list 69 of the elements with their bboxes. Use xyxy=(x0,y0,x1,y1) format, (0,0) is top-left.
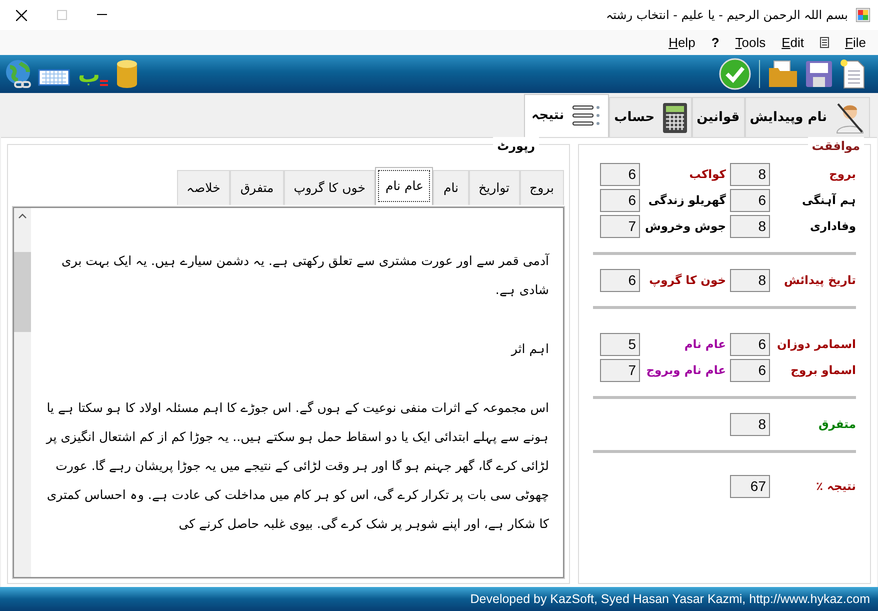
tab[interactable]: نام xyxy=(433,170,469,205)
report-paragraph: اہم اثر xyxy=(510,340,549,358)
tab[interactable]: متفرق xyxy=(230,170,284,205)
value-field: 6 xyxy=(730,189,770,212)
checkmark-icon[interactable] xyxy=(719,58,751,90)
field-label: عام نام وبروج xyxy=(646,362,726,379)
field-label: جوش وخروش xyxy=(646,218,726,235)
field-label: متفرق xyxy=(817,416,856,433)
tab[interactable]: قوانین xyxy=(692,97,745,137)
save-icon[interactable] xyxy=(806,61,832,87)
menu-item[interactable]: Tools xyxy=(735,32,766,52)
tab[interactable]: نام وپیدایش xyxy=(744,97,870,137)
value-field: 8 xyxy=(730,215,770,238)
field-label: بروج xyxy=(828,166,856,183)
tab[interactable]: خوں کا گروپ xyxy=(284,170,376,205)
value-field: 6 xyxy=(600,269,640,292)
person-pen-icon xyxy=(835,102,865,134)
value-field: 8 xyxy=(730,269,770,292)
status-text: Developed by KazSoft, Syed Hasan Yasar Kazmi, http://www.hykaz.com xyxy=(470,590,870,608)
value-field: 6 xyxy=(730,333,770,356)
tab[interactable]: بروج xyxy=(520,170,564,205)
field-label: کواکب xyxy=(688,166,726,183)
new-document-icon[interactable] xyxy=(840,59,866,89)
menu-item[interactable]: ? xyxy=(711,32,720,52)
field-label: گھریلو زندگی xyxy=(647,192,726,209)
report-paragraph: اس مجموعہ کے اثرات منفی نوعیت کے ہوں گے. اس جوڑے کا اہم مسئلہ اولاد کا ہو سکتا ہے یا ہونے سے پہلے ابتدائی ایک یا دو اسقاط حمل ہو سکتے ہیں.. یہ جوڑا کم از کم اشتعال انگیزی پر لڑائی کرے گا، گھر جہنم ہو گا اور ہر وقت لڑائی کے نتیجے میں یہ جوڑا پریشان رہے گا. عورت چھوٹی سی بات پر تکرار کرے گی، اس کو ہر کام میں مداخلت کی عادت ہے. وہ احساس کمتری کا شکار ہے، اور اپنے شوہر پر شک کرے گی. بیوی غلبہ حاصل کرنے کی xyxy=(45,399,549,533)
field-label: اسماو بروج xyxy=(790,362,856,379)
value-field: 7 xyxy=(600,359,640,382)
menu-item[interactable]: File xyxy=(845,32,866,52)
field-label: نتیجہ ٪ xyxy=(814,478,856,495)
report-text-area[interactable] xyxy=(13,207,564,578)
field-label: اسمامر دوزان xyxy=(776,336,856,353)
field-label: عام نام xyxy=(683,336,726,353)
value-field: 5 xyxy=(600,333,640,356)
value-field: 8 xyxy=(730,163,770,186)
menu-item[interactable]: Help xyxy=(668,32,696,52)
urdu-keyboard-button[interactable]: ب xyxy=(78,60,108,88)
report-paragraph: آدمی قمر سے اور عورت مشتری سے تعلق رکھتی ہے. یہ دشمن سیارے ہیں. یہ ایک بہت بری شادی ہے. xyxy=(60,252,549,299)
calculator-icon xyxy=(662,102,687,132)
app-icon xyxy=(856,8,870,22)
value-field: 67 xyxy=(730,475,770,498)
menu-item[interactable]: Edit xyxy=(782,32,804,52)
document-icon[interactable] xyxy=(820,37,830,48)
scrollbar[interactable] xyxy=(14,208,31,577)
tab[interactable]: خلاصہ xyxy=(176,170,230,205)
globe-link-icon[interactable] xyxy=(4,59,34,89)
tab[interactable]: حساب xyxy=(609,97,692,137)
folder-icon[interactable] xyxy=(768,60,798,88)
value-field: 6 xyxy=(600,163,640,186)
close-icon[interactable] xyxy=(16,10,27,20)
tab[interactable]: عام نام xyxy=(375,167,434,205)
group-title: رپورٹ xyxy=(493,137,539,155)
field-label: وفاداری xyxy=(809,218,856,235)
scrollbar-thumb[interactable] xyxy=(14,252,31,332)
group-title: موافقت xyxy=(808,137,864,155)
list-icon xyxy=(572,104,602,128)
field-label: تاریخ پیدائش xyxy=(782,272,856,289)
database-icon[interactable] xyxy=(116,59,138,89)
window-title: بسم اللہ الرحمن الرحیم - یا علیم - انتخاب رشتہ xyxy=(606,7,848,24)
equals-icon xyxy=(100,80,108,86)
field-label: خون کا گروپ xyxy=(648,272,726,289)
tab[interactable]: نتیجہ xyxy=(524,94,610,137)
minimize-icon[interactable] xyxy=(97,14,107,16)
tab[interactable]: تواریخ xyxy=(468,170,520,205)
value-field: 6 xyxy=(600,189,640,212)
value-field: 6 xyxy=(730,359,770,382)
field-label: ہم آہنگی xyxy=(801,192,856,209)
value-field: 8 xyxy=(730,413,770,436)
value-field: 7 xyxy=(600,215,640,238)
